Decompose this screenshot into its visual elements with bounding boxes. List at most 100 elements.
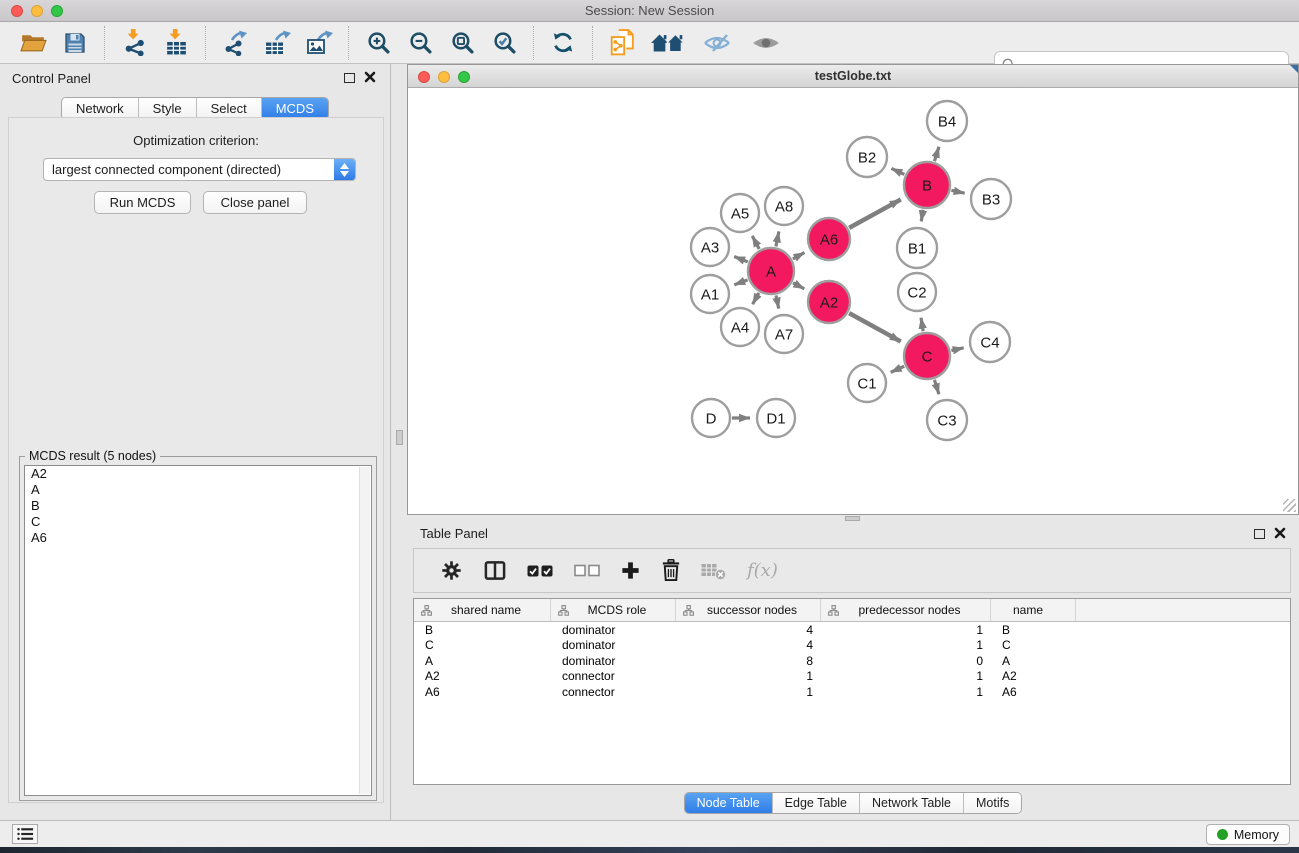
- table-cell[interactable]: 1: [676, 669, 821, 683]
- optimization-criterion-dropdown[interactable]: largest connected component (directed): [43, 158, 356, 181]
- table-cell[interactable]: 1: [821, 669, 991, 683]
- zoom-fit-icon[interactable]: [447, 28, 477, 58]
- edge-A-A2[interactable]: [793, 283, 804, 289]
- table-cell[interactable]: A6: [414, 685, 551, 699]
- table-cell[interactable]: dominator: [551, 638, 676, 652]
- desktop-vscroll-thumb[interactable]: [396, 430, 403, 445]
- edge-B-B4[interactable]: [934, 147, 938, 161]
- result-item[interactable]: A2: [25, 466, 371, 482]
- table-cell[interactable]: 0: [821, 654, 991, 668]
- result-item[interactable]: B: [25, 498, 371, 514]
- zoom-selected-icon[interactable]: [489, 28, 519, 58]
- deselect-all-checkboxes-icon[interactable]: [574, 564, 600, 577]
- edge-C-C2[interactable]: [921, 318, 923, 332]
- table-cell[interactable]: B: [991, 623, 1076, 637]
- table-cell[interactable]: 1: [676, 685, 821, 699]
- export-image-icon[interactable]: [304, 28, 334, 58]
- table-row[interactable]: A6connector11A6: [414, 684, 1290, 700]
- tab-node-table[interactable]: Node Table: [685, 793, 772, 813]
- table-cell[interactable]: 4: [676, 638, 821, 652]
- table-cell[interactable]: A: [414, 654, 551, 668]
- close-panel-icon[interactable]: [363, 70, 377, 84]
- add-column-icon[interactable]: [620, 560, 641, 581]
- network-canvas[interactable]: B4B2BB3B1A5A8A3A6AA1C2A2A4A7CC1C4C3DD1: [408, 88, 1298, 514]
- table-cell[interactable]: A2: [991, 669, 1076, 683]
- column-header-predecessor-nodes[interactable]: predecessor nodes: [821, 599, 991, 621]
- result-scrollbar[interactable]: [359, 467, 370, 794]
- export-network-icon[interactable]: [220, 28, 250, 58]
- table-cell[interactable]: A: [991, 654, 1076, 668]
- edge-A-A8[interactable]: [776, 231, 779, 246]
- table-cell[interactable]: C: [991, 638, 1076, 652]
- network-window-titlebar[interactable]: testGlobe.txt: [408, 65, 1298, 88]
- tab-network[interactable]: Network: [62, 98, 138, 119]
- delete-table-icon[interactable]: [701, 561, 727, 581]
- import-network-icon[interactable]: [119, 28, 149, 58]
- edge-C-C1[interactable]: [891, 366, 904, 372]
- table-cell[interactable]: 4: [676, 623, 821, 637]
- edge-B-B2[interactable]: [891, 168, 904, 174]
- select-all-checkboxes-icon[interactable]: [527, 564, 554, 578]
- result-item[interactable]: C: [25, 514, 371, 530]
- show-graphics-details-icon[interactable]: [699, 28, 735, 58]
- table-cell[interactable]: 1: [821, 685, 991, 699]
- edge-B-B3[interactable]: [951, 190, 964, 193]
- column-view-icon[interactable]: [483, 559, 507, 582]
- table-cell[interactable]: dominator: [551, 654, 676, 668]
- network-graph[interactable]: B4B2BB3B1A5A8A3A6AA1C2A2A4A7CC1C4C3DD1: [408, 88, 1298, 514]
- edge-C-C4[interactable]: [951, 348, 963, 351]
- tab-motifs[interactable]: Motifs: [963, 793, 1021, 813]
- eye-icon[interactable]: [747, 28, 785, 58]
- column-header-MCDS-role[interactable]: MCDS role: [551, 599, 676, 621]
- memory-button[interactable]: Memory: [1206, 824, 1290, 845]
- run-mcds-button[interactable]: Run MCDS: [94, 191, 191, 214]
- table-cell[interactable]: B: [414, 623, 551, 637]
- gear-icon[interactable]: [440, 559, 463, 582]
- table-cell[interactable]: dominator: [551, 623, 676, 637]
- table-row[interactable]: Cdominator41C: [414, 638, 1290, 654]
- tab-style[interactable]: Style: [138, 98, 196, 119]
- home-icon[interactable]: [649, 28, 687, 58]
- table-cell[interactable]: 1: [821, 638, 991, 652]
- edge-A-A4[interactable]: [753, 293, 759, 304]
- close-panel-button[interactable]: Close panel: [203, 191, 307, 214]
- table-cell[interactable]: A6: [991, 685, 1076, 699]
- table-cell[interactable]: connector: [551, 685, 676, 699]
- column-header-shared-name[interactable]: shared name: [414, 599, 551, 621]
- edge-B-B1[interactable]: [921, 210, 923, 222]
- edge-C-C3[interactable]: [934, 380, 938, 394]
- edge-A-A6[interactable]: [793, 253, 805, 259]
- network-document-icon[interactable]: [607, 28, 637, 58]
- table-row[interactable]: Adominator80A: [414, 653, 1290, 669]
- tab-mcds[interactable]: MCDS: [261, 98, 328, 119]
- column-header-name[interactable]: name: [991, 599, 1076, 621]
- close-table-panel-icon[interactable]: [1273, 526, 1287, 540]
- task-history-button[interactable]: [12, 824, 38, 844]
- desktop-hscroll-thumb[interactable]: [845, 516, 860, 521]
- edge-A-A1[interactable]: [734, 280, 747, 285]
- zoom-in-icon[interactable]: [363, 28, 393, 58]
- import-table-icon[interactable]: [161, 28, 191, 58]
- tab-network-table[interactable]: Network Table: [859, 793, 963, 813]
- float-table-panel-icon[interactable]: [1254, 529, 1265, 539]
- table-cell[interactable]: C: [414, 638, 551, 652]
- export-table-icon[interactable]: [262, 28, 292, 58]
- float-panel-icon[interactable]: [344, 73, 355, 83]
- delete-column-icon[interactable]: [661, 559, 681, 582]
- edge-A-A3[interactable]: [734, 257, 748, 262]
- node-table[interactable]: shared nameMCDS rolesuccessor nodesprede…: [413, 598, 1291, 785]
- refresh-view-icon[interactable]: [548, 28, 578, 58]
- table-cell[interactable]: A2: [414, 669, 551, 683]
- function-builder-icon[interactable]: f(x): [747, 560, 778, 581]
- edge-A-A5[interactable]: [752, 236, 759, 249]
- save-session-icon[interactable]: [60, 28, 90, 58]
- result-item[interactable]: A6: [25, 530, 371, 546]
- table-cell[interactable]: connector: [551, 669, 676, 683]
- open-session-icon[interactable]: [18, 28, 48, 58]
- mcds-result-list[interactable]: A2ABCA6: [24, 465, 372, 796]
- tab-edge-table[interactable]: Edge Table: [772, 793, 859, 813]
- zoom-out-icon[interactable]: [405, 28, 435, 58]
- edge-A2-C[interactable]: [849, 313, 901, 341]
- column-header-successor-nodes[interactable]: successor nodes: [676, 599, 821, 621]
- edge-A6-B[interactable]: [849, 199, 901, 227]
